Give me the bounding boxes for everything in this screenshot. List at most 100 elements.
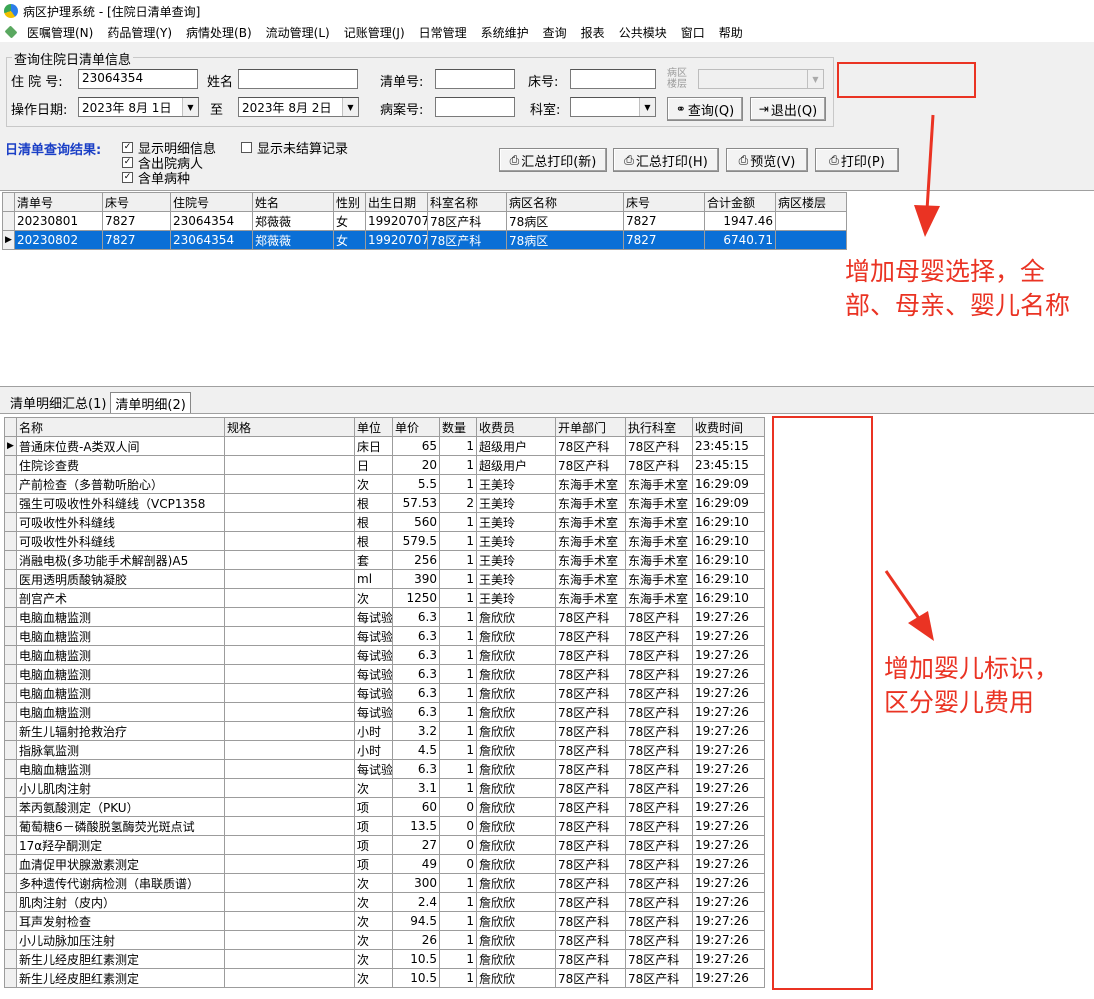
table-cell <box>224 607 355 627</box>
table-row[interactable]: 消融电极(多功能手术解剖器)A5 套 256 1 王美玲 东海手术室 东海手术室 16:29:… <box>4 550 765 570</box>
summary-col-header[interactable]: 床号 <box>623 192 705 212</box>
table-row[interactable]: 小儿动脉加压注射次 26 1 詹欣欣 78区产科 78区产科 19:27:26 <box>4 930 765 950</box>
chevron-down-icon[interactable]: ▼ <box>342 98 358 116</box>
table-cell <box>224 550 355 570</box>
row-indicator <box>4 493 17 513</box>
table-row[interactable]: 新生儿辐射抢救治疗 小时 3.2 1 詹欣欣 78区产科 78区产科 19:27:26 <box>4 721 765 741</box>
menu-reports[interactable]: 报表 <box>574 24 612 41</box>
summary-print-button[interactable]: ⎙ 汇总打印(H) <box>613 148 719 172</box>
date-from-picker[interactable]: 2023年 8月 1日 ▼ <box>78 97 199 117</box>
table-row[interactable]: 住院诊查费日 20 1 超级用户 78区产科 78区产科 23:45:15 <box>4 455 765 475</box>
menu-window[interactable]: 窗口 <box>674 24 712 41</box>
table-row[interactable]: 苯丙氨酸测定（PKU）项 60 0 詹欣欣 78区产科 78区产科 19:27:26 <box>4 797 765 817</box>
table-cell: 579.5 <box>392 531 440 551</box>
table-row[interactable]: 电脑血糖监测 每试验 6.3 1 詹欣欣 78区产科 78区产科 19:27:26 <box>4 645 765 665</box>
summary-col-header[interactable]: 病区名称 <box>506 192 624 212</box>
detail-col-header[interactable]: 收费员 <box>476 417 556 437</box>
name-label: 姓名 <box>207 75 234 90</box>
table-cell: 1 <box>439 664 477 684</box>
menu-help[interactable]: 帮助 <box>712 24 750 41</box>
tab-list-detail[interactable]: 清单明细(2) <box>110 392 191 414</box>
table-row[interactable]: 电脑血糖监测 每试验 6.3 1 詹欣欣 78区产科 78区产科 19:27:26 <box>4 759 765 779</box>
summary-col-header[interactable]: 科室名称 <box>427 192 507 212</box>
detail-col-header[interactable]: 数量 <box>439 417 477 437</box>
table-cell: 16:29:09 <box>692 474 765 494</box>
table-cell: 东海手术室 <box>555 474 626 494</box>
admission-no-input[interactable]: 23064354 <box>78 69 198 89</box>
name-input[interactable] <box>238 69 358 89</box>
query-button[interactable]: ⚭ 查询(Q) <box>667 97 743 121</box>
detail-col-header[interactable]: 收费时间 <box>692 417 765 437</box>
menu-system[interactable]: 系统维护 <box>474 24 536 41</box>
summary-col-header[interactable]: 性别 <box>333 192 366 212</box>
menu-orders[interactable]: 医嘱管理(N) <box>20 24 100 41</box>
menu-flow[interactable]: 流动管理(L) <box>259 24 337 41</box>
table-cell: 20 <box>392 455 440 475</box>
detail-col-header[interactable]: 执行科室 <box>625 417 693 437</box>
table-row[interactable]: ▶ 普通床位费-A类双人间 床日 65 1 超级用户 78区产科 78区产科 23:45:15 <box>4 436 765 456</box>
menu-billing[interactable]: 记账管理(J) <box>337 24 412 41</box>
summary-col-header[interactable]: 合计金额 <box>704 192 776 212</box>
table-row[interactable]: 可吸收性外科缝线根 560 1 王美玲 东海手术室 东海手术室 16:29:10 <box>4 512 765 532</box>
table-row[interactable]: 血清促甲状腺激素测定项 49 0 詹欣欣 78区产科 78区产科 19:27:26 <box>4 854 765 874</box>
table-cell: 每试验 <box>354 702 393 722</box>
table-row[interactable]: 多种遗传代谢病检测（串联质谱）次 300 1 詹欣欣 78区产科 78区产科 19:27:2… <box>4 873 765 893</box>
table-row[interactable]: 17α羟孕酮测定项 27 0 詹欣欣 78区产科 78区产科 19:27:26 <box>4 835 765 855</box>
table-row[interactable]: 剖宫产术次 1250 1 王美玲 东海手术室 东海手术室 16:29:10 <box>4 588 765 608</box>
detail-col-header[interactable]: 单价 <box>392 417 440 437</box>
menu-drugs[interactable]: 药品管理(Y) <box>100 24 179 41</box>
menu-public[interactable]: 公共模块 <box>612 24 674 41</box>
ward-floor-select[interactable]: ▼ <box>698 69 824 89</box>
menu-daily[interactable]: 日常管理 <box>412 24 474 41</box>
table-row[interactable]: 新生儿经皮胆红素测定次 10.5 1 詹欣欣 78区产科 78区产科 19:27:26 <box>4 968 765 988</box>
summary-col-header[interactable]: 住院号 <box>170 192 253 212</box>
summary-col-header[interactable]: 清单号 <box>14 192 103 212</box>
menu-condition[interactable]: 病情处理(B) <box>179 24 259 41</box>
detail-col-header[interactable]: 单位 <box>354 417 393 437</box>
table-row[interactable]: 肌肉注射（皮内）次 2.4 1 詹欣欣 78区产科 78区产科 19:27:26 <box>4 892 765 912</box>
table-row[interactable]: 电脑血糖监测 每试验 6.3 1 詹欣欣 78区产科 78区产科 19:27:26 <box>4 626 765 646</box>
table-cell: 王美玲 <box>476 512 556 532</box>
tab-list-summary[interactable]: 清单明细汇总(1) <box>6 392 110 413</box>
detail-col-header[interactable]: 名称 <box>16 417 225 437</box>
table-row[interactable]: 新生儿经皮胆红素测定次 10.5 1 詹欣欣 78区产科 78区产科 19:27:26 <box>4 949 765 969</box>
table-row[interactable]: ▶ 20230802 7827 23064354 郑薇薇女 19920707 78区产科 78… <box>2 230 847 250</box>
table-row[interactable]: 产前检查（多普勒听胎心）次 5.5 1 王美玲 东海手术室 东海手术室 16:29:09 <box>4 474 765 494</box>
exit-button[interactable]: ⇥ 退出(Q) <box>750 97 826 121</box>
summary-col-header[interactable]: 出生日期 <box>365 192 428 212</box>
bed-no-input[interactable] <box>570 69 656 89</box>
dept-select[interactable]: ▼ <box>570 97 656 117</box>
summary-print-new-button[interactable]: ⎙ 汇总打印(新) <box>499 148 607 172</box>
table-row[interactable]: 电脑血糖监测 每试验 6.3 1 詹欣欣 78区产科 78区产科 19:27:26 <box>4 607 765 627</box>
detail-col-header[interactable]: 规格 <box>224 417 355 437</box>
include-single-disease-checkbox[interactable]: ✓ 含单病种 <box>122 168 190 187</box>
summary-col-header[interactable]: 姓名 <box>252 192 334 212</box>
table-row[interactable]: 葡萄糖6－磷酸脱氢酶荧光斑点试项 13.5 0 詹欣欣 78区产科 78区产科 19:27:… <box>4 816 765 836</box>
table-row[interactable]: 指脉氧监测 小时 4.5 1 詹欣欣 78区产科 78区产科 19:27:26 <box>4 740 765 760</box>
table-row[interactable]: 20230801 7827 23064354 郑薇薇女 19920707 78区产科 78病… <box>2 211 847 231</box>
table-row[interactable]: 电脑血糖监测 每试验 6.3 1 詹欣欣 78区产科 78区产科 19:27:26 <box>4 702 765 722</box>
table-row[interactable]: 电脑血糖监测 每试验 6.3 1 詹欣欣 78区产科 78区产科 19:27:26 <box>4 664 765 684</box>
summary-col-header[interactable]: 病区楼层 <box>775 192 847 212</box>
print-button[interactable]: ⎙ 打印(P) <box>815 148 899 172</box>
chevron-down-icon[interactable]: ▼ <box>182 98 198 116</box>
table-row[interactable]: 电脑血糖监测 每试验 6.3 1 詹欣欣 78区产科 78区产科 19:27:26 <box>4 683 765 703</box>
table-cell: 詹欣欣 <box>476 740 556 760</box>
case-no-input[interactable] <box>435 97 515 117</box>
summary-col-header[interactable]: 床号 <box>102 192 171 212</box>
table-cell: 多种遗传代谢病检测（串联质谱） <box>16 873 225 893</box>
preview-button[interactable]: ⎙ 预览(V) <box>726 148 808 172</box>
table-row[interactable]: 可吸收性外科缝线根 579.5 1 王美玲 东海手术室 东海手术室 16:29:10 <box>4 531 765 551</box>
date-to-picker[interactable]: 2023年 8月 2日 ▼ <box>238 97 359 117</box>
table-row[interactable]: 小儿肌肉注射次 3.1 1 詹欣欣 78区产科 78区产科 19:27:26 <box>4 778 765 798</box>
table-row[interactable]: 耳声发射检查次 94.5 1 詹欣欣 78区产科 78区产科 19:27:26 <box>4 911 765 931</box>
show-unsettled-checkbox[interactable]: 显示未结算记录 <box>241 138 348 157</box>
table-cell: 超级用户 <box>476 436 556 456</box>
table-row[interactable]: 强生可吸收性外科缝线（VCP1358 根 57.53 2 王美玲 东海手术室 东海手术室 16… <box>4 493 765 513</box>
table-row[interactable]: 医用透明质酸钠凝胶 ml 390 1 王美玲 东海手术室 东海手术室 16:29:10 <box>4 569 765 589</box>
menu-query[interactable]: 查询 <box>536 24 574 41</box>
table-cell: 78区产科 <box>555 683 626 703</box>
table-cell: 东海手术室 <box>555 588 626 608</box>
detail-col-header[interactable]: 开单部门 <box>555 417 626 437</box>
list-no-input[interactable] <box>435 69 515 89</box>
